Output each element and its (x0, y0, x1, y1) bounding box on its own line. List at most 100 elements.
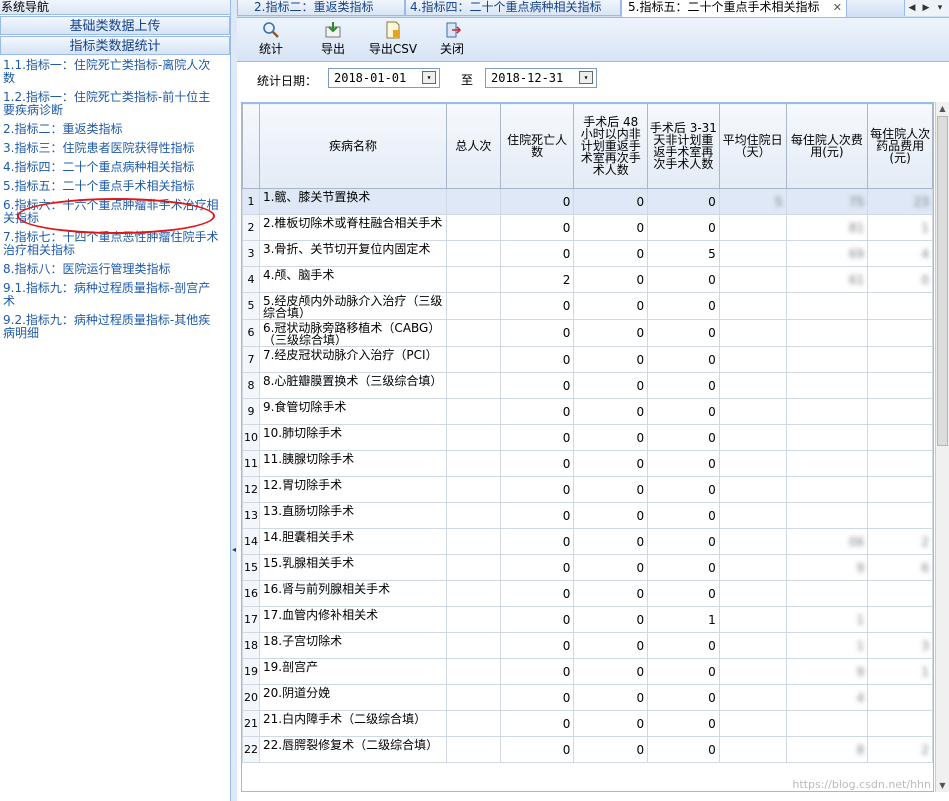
fee-cell[interactable]: 81 (785, 214, 869, 241)
table-row[interactable]: 18 18.子宫切除术 0 0 0 1 3 (242, 632, 933, 659)
readmit-31d-cell[interactable]: 0 (647, 658, 720, 685)
column-header-death[interactable]: 住院死亡人数 (499, 103, 575, 189)
tab-indicator-2[interactable]: 2.指标二：重返类指标 (237, 0, 405, 16)
readmit-48h-cell[interactable]: 0 (573, 632, 649, 659)
nav-item-9-1[interactable]: 9.1.指标九：病种过程质量指标-剖宫产术 (3, 282, 220, 308)
disease-name-cell[interactable]: 17.血管内修补相关术 (258, 606, 448, 633)
total-cell[interactable] (446, 450, 501, 477)
avg-stay-cell[interactable] (718, 240, 787, 267)
avg-stay-cell[interactable] (718, 319, 787, 347)
drug-fee-cell[interactable] (867, 424, 933, 451)
readmit-48h-cell[interactable]: 0 (573, 398, 649, 425)
readmit-48h-cell[interactable]: 0 (573, 240, 649, 267)
disease-name-cell[interactable]: 15.乳腺相关手术 (258, 554, 448, 581)
table-row[interactable]: 10 10.肺切除手术 0 0 0 (242, 424, 933, 451)
drug-fee-cell[interactable]: 0 (867, 266, 933, 293)
total-cell[interactable] (446, 214, 501, 241)
nav-group-basic-upload[interactable]: 基础类数据上传 (0, 16, 230, 35)
nav-item-8[interactable]: 8.指标八：医院运行管理类指标 (3, 263, 220, 276)
avg-stay-cell[interactable] (718, 554, 787, 581)
table-row[interactable]: 16 16.肾与前列腺相关手术 0 0 0 (242, 580, 933, 607)
table-row[interactable]: 9 9.食管切除手术 0 0 0 (242, 398, 933, 425)
column-header-total[interactable]: 总人次 (446, 103, 501, 189)
scroll-left-icon[interactable]: ◀ (905, 0, 919, 16)
drug-fee-cell[interactable] (867, 292, 933, 320)
table-row[interactable]: 15 15.乳腺相关手术 0 0 0 9 6 (242, 554, 933, 581)
fee-cell[interactable] (785, 580, 869, 607)
fee-cell[interactable] (785, 450, 869, 477)
disease-name-cell[interactable]: 4.颅、脑手术 (258, 266, 448, 293)
readmit-31d-cell[interactable]: 0 (647, 372, 720, 399)
table-row[interactable]: 6 6.冠状动脉旁路移植术（CABG）（三级综合填） 0 0 0 (242, 319, 933, 347)
scroll-up-icon[interactable]: ▲ (936, 102, 949, 115)
column-header-drug-fee[interactable]: 每住院人次药品费用(元) (867, 103, 933, 189)
fee-cell[interactable]: 75 (785, 188, 869, 215)
death-count-cell[interactable]: 0 (499, 214, 575, 241)
disease-name-cell[interactable]: 16.肾与前列腺相关手术 (258, 580, 448, 607)
tab-indicator-4[interactable]: 4.指标四：二十个重点病种相关指标 (405, 0, 621, 16)
fee-cell[interactable] (785, 292, 869, 320)
drug-fee-cell[interactable]: 1 (867, 658, 933, 685)
readmit-48h-cell[interactable]: 0 (573, 684, 649, 711)
drug-fee-cell[interactable] (867, 450, 933, 477)
scroll-down-icon[interactable]: ▼ (936, 779, 949, 792)
readmit-31d-cell[interactable]: 5 (647, 240, 720, 267)
fee-cell[interactable]: 69 (785, 240, 869, 267)
table-row[interactable]: 13 13.直肠切除手术 0 0 0 (242, 502, 933, 529)
death-count-cell[interactable]: 0 (499, 398, 575, 425)
fee-cell[interactable] (785, 372, 869, 399)
readmit-48h-cell[interactable]: 0 (573, 372, 649, 399)
readmit-48h-cell[interactable]: 0 (573, 450, 649, 477)
readmit-31d-cell[interactable]: 0 (647, 214, 720, 241)
drug-fee-cell[interactable] (867, 372, 933, 399)
vertical-scrollbar[interactable]: ▲ ▼ (935, 102, 949, 792)
death-count-cell[interactable]: 0 (499, 684, 575, 711)
column-header-disease[interactable]: 疾病名称 (258, 103, 448, 189)
readmit-48h-cell[interactable]: 0 (573, 580, 649, 607)
fee-cell[interactable] (785, 319, 869, 347)
readmit-48h-cell[interactable]: 0 (573, 266, 649, 293)
readmit-31d-cell[interactable]: 0 (647, 346, 720, 373)
end-date-field[interactable]: 2018-12-31 ▾ (485, 68, 597, 88)
total-cell[interactable] (446, 266, 501, 293)
disease-name-cell[interactable]: 8.心脏瓣膜置换术（三级综合填） (258, 372, 448, 399)
table-row[interactable]: 4 4.颅、脑手术 2 0 0 61 0 (242, 266, 933, 293)
total-cell[interactable] (446, 502, 501, 529)
disease-name-cell[interactable]: 3.骨折、关节切开复位内固定术 (258, 240, 448, 267)
avg-stay-cell[interactable] (718, 292, 787, 320)
nav-item-1-2[interactable]: 1.2.指标一：住院死亡类指标-前十位主要疾病诊断 (3, 91, 220, 117)
total-cell[interactable] (446, 632, 501, 659)
death-count-cell[interactable]: 0 (499, 346, 575, 373)
readmit-31d-cell[interactable]: 0 (647, 580, 720, 607)
drug-fee-cell[interactable]: 2 (867, 528, 933, 555)
readmit-48h-cell[interactable]: 0 (573, 188, 649, 215)
total-cell[interactable] (446, 476, 501, 503)
start-date-field[interactable]: 2018-01-01 ▾ (328, 68, 440, 88)
nav-item-7[interactable]: 7.指标七：十四个重点恶性肿瘤住院手术治疗相关指标 (3, 231, 220, 257)
readmit-31d-cell[interactable]: 0 (647, 476, 720, 503)
drug-fee-cell[interactable] (867, 476, 933, 503)
readmit-48h-cell[interactable]: 0 (573, 710, 649, 737)
nav-group-indicator-stats[interactable]: 指标类数据统计 (0, 36, 230, 55)
drug-fee-cell[interactable]: 6 (867, 554, 933, 581)
readmit-48h-cell[interactable]: 0 (573, 736, 649, 763)
death-count-cell[interactable]: 0 (499, 580, 575, 607)
total-cell[interactable] (446, 580, 501, 607)
fee-cell[interactable]: 1 (785, 606, 869, 633)
death-count-cell[interactable]: 0 (499, 606, 575, 633)
disease-name-cell[interactable]: 6.冠状动脉旁路移植术（CABG）（三级综合填） (258, 319, 448, 347)
drug-fee-cell[interactable] (867, 684, 933, 711)
total-cell[interactable] (446, 424, 501, 451)
death-count-cell[interactable]: 0 (499, 710, 575, 737)
table-row[interactable]: 22 22.唇腭裂修复术（二级综合填） 0 0 0 8 2 (242, 736, 933, 763)
table-row[interactable]: 7 7.经皮冠状动脉介入治疗（PCI） 0 0 0 (242, 346, 933, 373)
disease-name-cell[interactable]: 2.椎板切除术或脊柱融合相关手术 (258, 214, 448, 241)
export-button[interactable]: 导出 (309, 20, 357, 58)
avg-stay-cell[interactable] (718, 528, 787, 555)
disease-name-cell[interactable]: 13.直肠切除手术 (258, 502, 448, 529)
avg-stay-cell[interactable] (718, 398, 787, 425)
death-count-cell[interactable]: 0 (499, 424, 575, 451)
readmit-31d-cell[interactable]: 0 (647, 424, 720, 451)
avg-stay-cell[interactable] (718, 502, 787, 529)
avg-stay-cell[interactable] (718, 658, 787, 685)
